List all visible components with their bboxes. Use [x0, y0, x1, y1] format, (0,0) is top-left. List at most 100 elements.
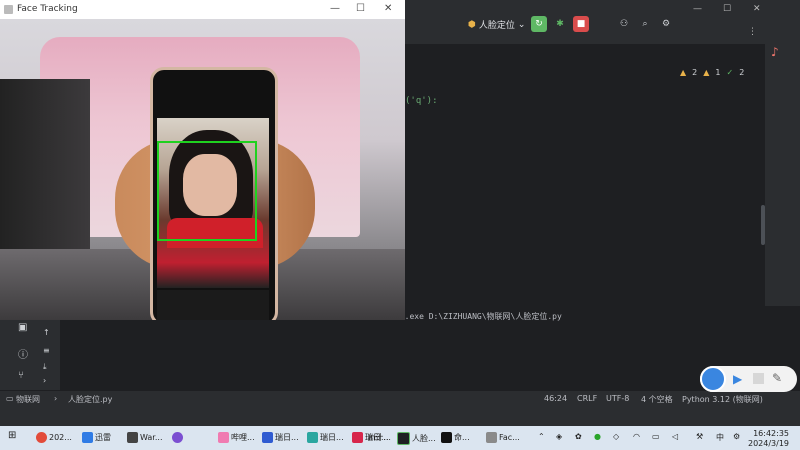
chevron-right-icon[interactable]: › [43, 376, 46, 385]
more-icon[interactable]: ⋮ [748, 27, 757, 37]
settings-button[interactable]: ⚙ [658, 16, 674, 32]
folder-icon: ▭ [6, 394, 14, 403]
taskbar-item-face[interactable]: Fac... [486, 432, 520, 443]
inspection-widget[interactable]: ▲ 2 ▲ 1 ✓ 2 [680, 68, 744, 77]
search-button[interactable]: ⌕ [637, 16, 653, 32]
ok-count: 2 [739, 68, 745, 77]
system-clock[interactable]: 16:42:35 2024/3/19 [748, 429, 789, 449]
notification-bell-icon[interactable]: ♪ [771, 45, 779, 59]
ide-minimize-button[interactable]: — [693, 4, 702, 14]
war-icon [127, 432, 138, 443]
stop-square-icon[interactable] [753, 373, 764, 384]
tray-app-icon[interactable]: ◈ [556, 432, 562, 441]
left-tool-strip: ▣ ⓘ ⑂ ↑ ≡ ⤓ › [0, 320, 60, 390]
bilibili-icon [218, 432, 229, 443]
taskbar-item-edge[interactable]: 瑞日... [307, 432, 344, 443]
breadcrumb-separator-icon: › [54, 394, 58, 403]
battery-icon[interactable]: ▭ [652, 432, 660, 441]
red-app-icon [352, 432, 363, 443]
face-window-title: Face Tracking [17, 4, 78, 14]
python-interpreter[interactable]: Python 3.12 (物联网) [682, 394, 763, 405]
breadcrumb-file[interactable]: 人脸定位.py [68, 394, 112, 405]
code-line: ('q'): [405, 96, 438, 106]
stop-button[interactable]: ■ [573, 16, 589, 32]
terminal-app-icon [441, 432, 452, 443]
ime-settings-icon[interactable]: ⚙ [733, 432, 740, 441]
scroll-end-icon[interactable]: ⤓ [43, 362, 47, 372]
pycharm-icon [397, 432, 410, 445]
debug-button[interactable]: ✱ [552, 16, 568, 32]
run-config-label: 人脸定位 [478, 21, 515, 31]
close-button[interactable]: ✕ [384, 3, 392, 14]
volume-icon[interactable]: ◁ [672, 432, 678, 441]
xunlei-icon [82, 432, 93, 443]
stop-icon: ■ [576, 19, 586, 29]
warning-icon: ▲ [680, 68, 687, 77]
code-editor[interactable]: ('q'): [405, 44, 762, 306]
face-app-icon [486, 432, 497, 443]
git-icon[interactable]: ⑂ [18, 370, 24, 381]
wrap-icon[interactable]: ≡ [43, 346, 50, 355]
rerun-button[interactable]: ↻ [531, 16, 547, 32]
line-separator[interactable]: CRLF [577, 394, 597, 403]
ide-maximize-button[interactable]: ☐ [723, 4, 731, 14]
warning-count: 2 [692, 68, 698, 77]
weak-warning-icon: ▲ [703, 68, 710, 77]
chrome-icon [36, 432, 47, 443]
ime-tool-icon[interactable]: ⚒ [696, 432, 703, 441]
check-icon: ✓ [726, 68, 734, 77]
face-window-titlebar[interactable]: Face Tracking — ☐ ✕ [0, 0, 405, 19]
ide-toolbar: ⬢ 人脸定位 ⌄ ↻ ✱ ■ ⚇ ⌕ ⚙ — ☐ ✕ ⋮ [405, 0, 800, 44]
run-config-selector[interactable]: ⬢ 人脸定位 ⌄ [468, 18, 526, 32]
status-bar: ▭ 物联网 › 人脸定位.py 46:24 CRLF UTF-8 4 个空格 P… [0, 390, 800, 407]
face-tracking-window: Face Tracking — ☐ ✕ [0, 0, 405, 320]
breadcrumb-project[interactable]: 物联网 [16, 394, 40, 405]
recorder-toolbar: ▶ ✎ [700, 366, 797, 392]
face-detection-box [157, 141, 257, 241]
app-icon [4, 5, 13, 14]
minimize-button[interactable]: — [330, 3, 340, 14]
edge-icon [307, 432, 318, 443]
file-encoding[interactable]: UTF-8 [606, 394, 629, 403]
weak-warning-count: 1 [715, 68, 721, 77]
wifi-icon[interactable]: ◠ [633, 432, 640, 441]
taskbar: ⊞ 202... 迅雷 War... 哔哩... 瑞日... 瑞日... 瑞日.… [0, 426, 800, 450]
wechat-icon[interactable]: ● [594, 432, 601, 441]
tray-shield-icon[interactable]: ◇ [613, 432, 619, 441]
taskbar-item-pycharm[interactable]: 人脸... [397, 432, 436, 445]
chevron-down-icon: ⌄ [517, 19, 526, 30]
taskbar-item-chrome[interactable]: 202... [36, 432, 72, 443]
taskbar-item-bilibili[interactable]: 哔哩... [218, 432, 255, 443]
problems-icon[interactable]: ⓘ [18, 346, 28, 361]
ide-close-button[interactable]: ✕ [753, 4, 761, 14]
taskbar-item-idea[interactable]: in计... [368, 432, 391, 443]
maximize-button[interactable]: ☐ [356, 3, 365, 14]
rerun-icon: ↻ [535, 19, 543, 29]
tray-chevron-icon[interactable]: ⌃ [538, 432, 545, 441]
python-icon: ⬢ [468, 19, 476, 30]
terminal-icon[interactable]: ▣ [18, 322, 27, 333]
camera-feed [0, 19, 405, 320]
taskbar-item-xunlei[interactable]: 迅雷 [82, 432, 111, 443]
bug-icon: ✱ [556, 19, 564, 29]
play-icon[interactable]: ▶ [733, 372, 742, 386]
indent-setting[interactable]: 4 个空格 [641, 394, 673, 405]
run-output: on.exe D:\ZIZHUANG\物联网\人脸定位.py [395, 312, 562, 321]
add-user-button[interactable]: ⚇ [616, 16, 632, 32]
chat-icon [172, 432, 183, 443]
tray-tool-icon[interactable]: ✿ [575, 432, 582, 441]
up-arrow-icon[interactable]: ↑ [43, 328, 50, 337]
ime-indicator[interactable]: 中 [716, 432, 724, 443]
shield-icon [262, 432, 273, 443]
taskbar-item-war[interactable]: War... [127, 432, 162, 443]
cursor-position[interactable]: 46:24 [544, 394, 567, 403]
taskbar-item-shield[interactable]: 瑞日... [262, 432, 299, 443]
taskbar-item-cmd[interactable]: 命... [441, 432, 470, 443]
record-button[interactable] [700, 366, 726, 392]
windows-start-icon[interactable]: ⊞ [8, 430, 16, 441]
clock-time: 16:42:35 [753, 429, 790, 438]
phone-caption-area [157, 290, 269, 320]
add-user-icon: ⚇ [619, 19, 629, 29]
pen-icon[interactable]: ✎ [772, 371, 782, 385]
taskbar-item-chat[interactable] [172, 432, 185, 443]
